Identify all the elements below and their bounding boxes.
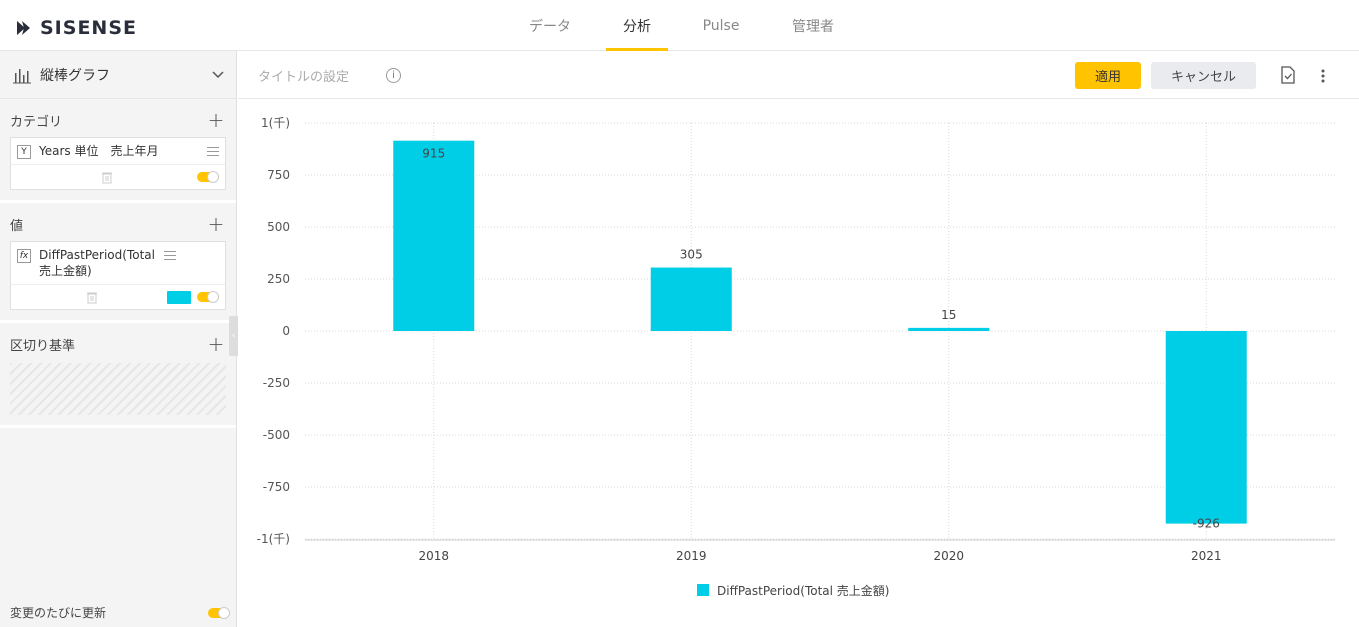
bar-2021[interactable] <box>1165 331 1247 524</box>
cancel-button[interactable]: キャンセル <box>1151 62 1256 89</box>
drag-handle-icon[interactable] <box>164 251 176 263</box>
trash-icon[interactable] <box>17 290 167 304</box>
apply-button[interactable]: 適用 <box>1075 62 1141 89</box>
y-tick-label: -500 <box>263 428 290 442</box>
value-enable-toggle[interactable] <box>197 291 219 303</box>
chart-type-selector[interactable]: 縦棒グラフ <box>0 51 236 99</box>
chart-type-label: 縦棒グラフ <box>40 67 110 84</box>
y-tick-label: 500 <box>267 220 290 234</box>
widget-design-panel: 縦棒グラフ カテゴリ + Y Years 単位 売上年月 値 + fx Diff… <box>0 51 237 627</box>
y-tick-label: 250 <box>267 272 290 286</box>
auto-update-label: 変更のたびに更新 <box>10 606 107 620</box>
x-tick-label: 2018 <box>418 549 449 563</box>
data-label: 915 <box>422 147 445 161</box>
auto-update-toggle[interactable] <box>208 606 230 619</box>
data-label: 15 <box>941 308 956 322</box>
add-category-icon[interactable]: + <box>206 110 226 130</box>
formula-badge-icon: fx <box>17 249 31 263</box>
trash-icon[interactable] <box>17 170 197 184</box>
y-tick-label: 750 <box>267 168 290 182</box>
x-tick-label: 2021 <box>1191 549 1222 563</box>
sisense-logo[interactable]: SISENSE <box>16 17 137 39</box>
nav-tab-data[interactable]: データ <box>510 0 590 51</box>
bar-chart-icon <box>13 68 31 83</box>
nav-tab-analytics[interactable]: 分析 <box>606 0 668 51</box>
category-enable-toggle[interactable] <box>197 171 219 183</box>
drag-handle-icon[interactable] <box>207 147 219 159</box>
category-section-title: カテゴリ <box>10 114 63 130</box>
collapse-panel-handle[interactable]: ‹ <box>229 316 238 356</box>
category-field-label[interactable]: Years 単位 売上年月 <box>39 143 207 159</box>
category-field-card[interactable]: Y Years 単位 売上年月 <box>10 137 226 190</box>
chevron-down-icon[interactable] <box>212 70 224 79</box>
y-tick-label: -1(千) <box>257 532 290 546</box>
data-label: -926 <box>1193 517 1220 531</box>
widget-toolbar: タイトルの設定 i 適用 キャンセル <box>238 51 1359 99</box>
y-tick-label: -250 <box>263 376 290 390</box>
sisense-logo-icon <box>17 21 30 35</box>
logo-text: SISENSE <box>40 17 137 39</box>
y-tick-label: 1(千) <box>261 116 290 130</box>
value-field-label[interactable]: DiffPastPeriod(Total 売上金額) <box>39 247 164 279</box>
breakby-drop-zone[interactable] <box>10 363 226 415</box>
y-tick-label: 0 <box>282 324 290 338</box>
more-options-icon[interactable] <box>1316 67 1330 85</box>
widget-title-input[interactable]: タイトルの設定 <box>258 66 349 85</box>
column-chart: 1(千) 750 500 250 0 -250 -500 -750 -1(千) 915 2018 30… <box>257 116 1335 598</box>
legend-swatch[interactable] <box>697 584 709 596</box>
x-tick-label: 2020 <box>933 549 964 563</box>
value-field-card[interactable]: fx DiffPastPeriod(Total 売上金額) <box>10 241 226 310</box>
info-icon[interactable]: i <box>386 68 401 83</box>
series-color-swatch[interactable] <box>167 290 191 304</box>
auto-update-row: 変更のたびに更新 <box>10 604 230 621</box>
data-label: 305 <box>680 248 703 262</box>
breakby-section: 区切り基準 + <box>0 323 236 428</box>
category-section: カテゴリ + Y Years 単位 売上年月 <box>0 99 236 203</box>
legend-label[interactable]: DiffPastPeriod(Total 売上金額) <box>717 583 889 598</box>
bar-2020[interactable] <box>908 327 990 331</box>
values-section-title: 値 <box>10 218 24 234</box>
x-tick-label: 2019 <box>676 549 707 563</box>
top-nav-bar: SISENSE データ 分析 Pulse 管理者 <box>0 0 1359 51</box>
nav-tab-admin[interactable]: 管理者 <box>778 0 848 51</box>
add-value-icon[interactable]: + <box>206 214 226 234</box>
add-breakby-icon[interactable]: + <box>206 334 226 354</box>
bar-2018[interactable] <box>393 140 475 331</box>
breakby-section-title: 区切り基準 <box>10 338 76 354</box>
bar-2019[interactable] <box>650 267 732 331</box>
chart-area: 1(千) 750 500 250 0 -250 -500 -750 -1(千) 915 2018 30… <box>238 99 1359 627</box>
y-tick-label: -750 <box>263 480 290 494</box>
values-section: 値 + fx DiffPastPeriod(Total 売上金額) <box>0 203 236 323</box>
export-icon[interactable] <box>1280 66 1296 84</box>
nav-tab-pulse[interactable]: Pulse <box>686 0 756 51</box>
year-badge-icon: Y <box>17 145 31 159</box>
main-nav: データ 分析 Pulse 管理者 <box>510 0 848 51</box>
